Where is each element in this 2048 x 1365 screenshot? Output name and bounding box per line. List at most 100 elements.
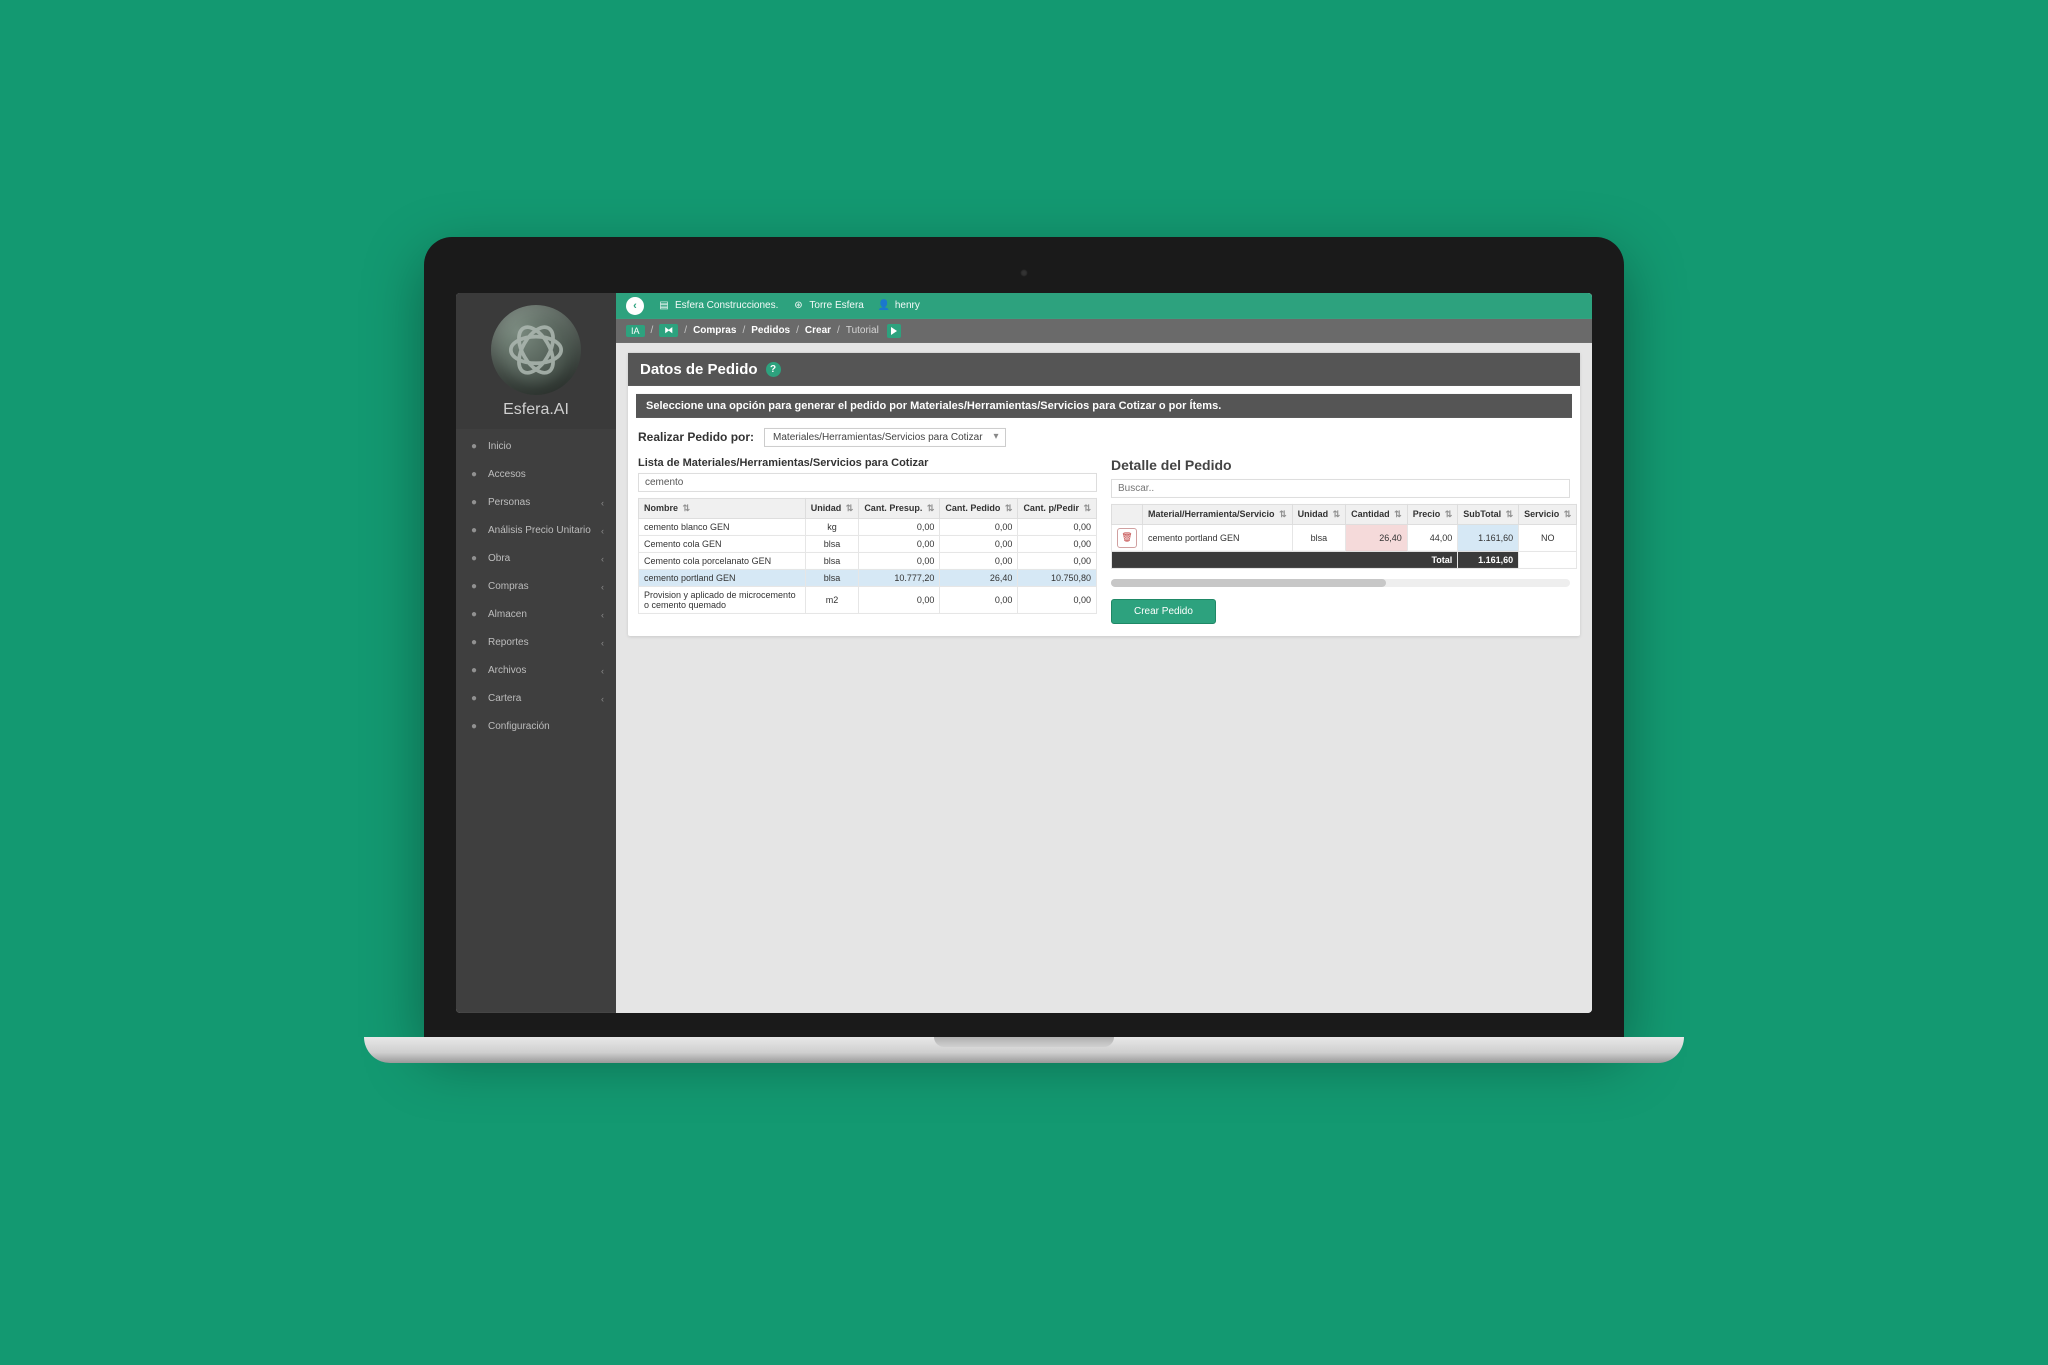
col-header[interactable]: SubTotal ⇅: [1458, 504, 1519, 524]
col-header[interactable]: Unidad ⇅: [805, 498, 859, 518]
detail-row[interactable]: 🗑cemento portland GENblsa26,4044,001.161…: [1112, 524, 1577, 551]
sort-icon: ⇅: [683, 502, 691, 512]
topbar: ‹ ▤ Esfera Construcciones. ⊛ Torre Esfer…: [616, 292, 1592, 318]
sidebar-item-0[interactable]: ●Inicio: [456, 432, 616, 460]
play-icon[interactable]: [887, 323, 901, 337]
sort-icon: ⇅: [1333, 508, 1341, 518]
nav-icon: ●: [468, 608, 480, 620]
chevron-left-icon: ‹: [601, 525, 604, 535]
nav-icon: ●: [468, 468, 480, 480]
col-header[interactable]: Servicio ⇅: [1519, 504, 1577, 524]
nav-label: Análisis Precio Unitario: [488, 525, 591, 536]
col-header[interactable]: Nombre ⇅: [639, 498, 806, 518]
sort-icon: ⇅: [1083, 502, 1091, 512]
detail-title: Detalle del Pedido: [1111, 456, 1570, 472]
company-name: Esfera Construcciones.: [675, 300, 778, 311]
nav-icon: ●: [468, 692, 480, 704]
nav-label: Obra: [488, 553, 510, 564]
sort-icon: ⇅: [846, 502, 854, 512]
sidebar-item-9[interactable]: ● Cartera ‹: [456, 684, 616, 712]
nav-label: Personas: [488, 497, 530, 508]
bc-pedidos[interactable]: Pedidos: [751, 325, 790, 336]
card-header: Datos de Pedido ?: [628, 352, 1580, 385]
sidebar-item-1[interactable]: ● Accesos: [456, 460, 616, 488]
sort-icon: ⇅: [927, 502, 935, 512]
table-row[interactable]: Cemento cola GENblsa0,000,000,00: [639, 535, 1097, 552]
chevron-left-icon: ‹: [601, 581, 604, 591]
chevron-left-icon: ‹: [601, 637, 604, 647]
nav-icon: ●: [468, 720, 480, 732]
nav-icon: ●: [468, 524, 480, 536]
sidebar-item-2[interactable]: ●Personas‹: [456, 488, 616, 516]
sort-icon: ⇅: [1506, 508, 1514, 518]
col-header[interactable]: Cantidad ⇅: [1346, 504, 1408, 524]
chevron-left-icon: ‹: [601, 665, 604, 675]
materials-search-input[interactable]: [638, 472, 1097, 491]
materials-column: Lista de Materiales/Herramientas/Servici…: [638, 456, 1097, 623]
sort-icon: ⇅: [1394, 508, 1402, 518]
col-header[interactable]: Cant. Presup. ⇅: [859, 498, 940, 518]
sidebar-item-4[interactable]: ●Obra‹: [456, 544, 616, 572]
detail-search-input[interactable]: [1111, 478, 1570, 497]
sidebar-item-7[interactable]: ●Reportes‹: [456, 628, 616, 656]
chevron-left-icon: ‹: [601, 693, 604, 703]
sort-icon: ⇅: [1445, 508, 1453, 518]
sidebar-item-3[interactable]: ● Análisis Precio Unitario ‹: [456, 516, 616, 544]
col-header[interactable]: Cant. p/Pedir ⇅: [1018, 498, 1097, 518]
bc-compras[interactable]: Compras: [693, 325, 736, 336]
nav-label: Archivos: [488, 665, 526, 676]
bc-tutorial[interactable]: Tutorial: [846, 325, 879, 336]
sidebar-item-6[interactable]: ●Almacen‹: [456, 600, 616, 628]
nav-icon: ●: [468, 580, 480, 592]
order-type-select[interactable]: Materiales/Herramientas/Servicios para C…: [764, 427, 1006, 446]
create-order-button[interactable]: Crear Pedido: [1111, 598, 1216, 623]
two-columns: Lista de Materiales/Herramientas/Servici…: [628, 456, 1580, 635]
sort-icon: ⇅: [1279, 508, 1287, 518]
nav-label: Inicio: [488, 441, 511, 452]
user-icon: 👤: [878, 299, 890, 311]
nav-label: Configuración: [488, 721, 550, 732]
delete-button[interactable]: 🗑: [1117, 527, 1137, 547]
building-icon: ▤: [658, 299, 670, 311]
table-row[interactable]: Cemento cola porcelanato GENblsa0,000,00…: [639, 552, 1097, 569]
col-header[interactable]: [1112, 504, 1143, 524]
app-screen: Esfera.AI ●Inicio●Accesos●Personas‹●Anál…: [456, 292, 1592, 1012]
user-name: henry: [895, 300, 920, 311]
col-header[interactable]: Precio ⇅: [1407, 504, 1458, 524]
help-icon[interactable]: ?: [766, 361, 781, 376]
materials-table: Nombre ⇅Unidad ⇅Cant. Presup. ⇅Cant. Ped…: [638, 497, 1097, 613]
sort-icon: ⇅: [1564, 508, 1572, 518]
table-row[interactable]: cemento blanco GENkg0,000,000,00: [639, 518, 1097, 535]
nav-label: Almacen: [488, 609, 527, 620]
user-indicator[interactable]: 👤 henry: [878, 299, 920, 311]
table-row[interactable]: Provision y aplicado de microcemento o c…: [639, 586, 1097, 613]
bc-crear[interactable]: Crear: [805, 325, 831, 336]
camera-dot: [1020, 268, 1028, 276]
col-header[interactable]: Cant. Pedido ⇅: [940, 498, 1018, 518]
selector-label: Realizar Pedido por:: [638, 430, 754, 444]
back-button[interactable]: ‹: [626, 296, 644, 314]
sidebar-item-8[interactable]: ●Archivos‹: [456, 656, 616, 684]
sort-icon: ⇅: [1005, 502, 1013, 512]
selector-row: Realizar Pedido por: Materiales/Herramie…: [628, 427, 1580, 456]
order-card: Datos de Pedido ? Seleccione una opción …: [628, 352, 1580, 635]
project-indicator[interactable]: ⊛ Torre Esfera: [792, 299, 863, 311]
col-header[interactable]: Unidad ⇅: [1292, 504, 1346, 524]
content: Datos de Pedido ? Seleccione una opción …: [616, 342, 1592, 1012]
nav-icon: ●: [468, 496, 480, 508]
col-header[interactable]: Material/Herramienta/Servicio ⇅: [1143, 504, 1293, 524]
screen-bezel: Esfera.AI ●Inicio●Accesos●Personas‹●Anál…: [424, 236, 1624, 1036]
nav-label: Reportes: [488, 637, 529, 648]
laptop-base: [364, 1036, 1684, 1062]
ia-badge[interactable]: IA: [626, 324, 645, 336]
horizontal-scrollbar[interactable]: [1111, 578, 1570, 586]
table-row[interactable]: cemento portland GENblsa10.777,2026,4010…: [639, 569, 1097, 586]
sidebar-item-10[interactable]: ● Configuración: [456, 712, 616, 740]
nav-menu: ●Inicio●Accesos●Personas‹●Análisis Preci…: [456, 428, 616, 1012]
nav-label: Cartera: [488, 693, 521, 704]
sidebar-item-5[interactable]: ●Compras‹: [456, 572, 616, 600]
nav-label: Accesos: [488, 469, 526, 480]
company-indicator[interactable]: ▤ Esfera Construcciones.: [658, 299, 778, 311]
tree-icon[interactable]: ⧓: [659, 324, 678, 337]
sidebar: Esfera.AI ●Inicio●Accesos●Personas‹●Anál…: [456, 292, 616, 1012]
